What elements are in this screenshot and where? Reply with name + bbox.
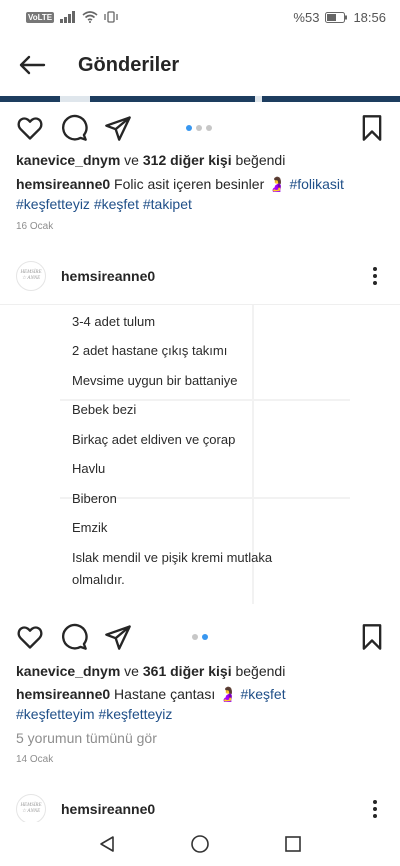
post1-save-button[interactable] <box>358 114 386 142</box>
post1-likes-count[interactable]: 312 diğer kişi <box>143 152 232 168</box>
send-icon <box>105 625 131 650</box>
bookmark-icon <box>362 115 382 141</box>
post1-caption-text: Folic asit içeren besinler 🤰 <box>110 176 290 192</box>
arrow-left-icon <box>19 55 46 75</box>
clock: 18:56 <box>353 9 386 25</box>
list-item: Biberon <box>72 491 117 506</box>
battery-percent: %53 <box>293 9 320 25</box>
post2-save-button[interactable] <box>358 623 386 651</box>
hashtag[interactable]: #keşfet <box>240 686 285 702</box>
status-bar: VoLTE %53 18:56 <box>0 0 400 34</box>
post2-action-bar <box>0 613 400 657</box>
more-vertical-icon <box>373 267 377 271</box>
post2-more-button[interactable] <box>370 265 380 287</box>
comment-icon <box>62 114 88 141</box>
post2-caption-tags: #keşfetteyim #keşfetteyiz <box>16 704 386 724</box>
post2-share-button[interactable] <box>104 623 132 651</box>
list-item: Bebek bezi <box>72 402 137 417</box>
hashtag[interactable]: #keşfetteyiz <box>98 706 172 722</box>
wifi-icon <box>82 11 98 23</box>
comment-icon <box>62 623 88 650</box>
carousel-dot <box>196 125 202 131</box>
triangle-back-icon <box>99 836 114 852</box>
avatar[interactable]: HEMSİRE ☆ ANNE <box>16 794 46 824</box>
post2-comment-button[interactable] <box>60 623 88 651</box>
heart-icon <box>17 626 43 649</box>
post2-username[interactable]: hemsireanne0 <box>61 268 155 284</box>
post1-caption-tags: #keşfetteyiz #keşfet #takipet <box>16 194 386 214</box>
post1-date: 16 Ocak <box>16 221 54 232</box>
status-left: VoLTE <box>26 11 118 23</box>
list-item: 2 adet hastane çıkış takımı <box>72 343 228 358</box>
square-recent-icon <box>285 836 302 852</box>
list-item: Islak mendil ve pişik kremi mutlaka <box>72 550 273 565</box>
post3-username[interactable]: hemsireanne0 <box>61 801 155 817</box>
post2-image[interactable]: 3-4 adet tulum 2 adet hastane çıkış takı… <box>0 304 400 604</box>
battery-icon <box>325 11 348 23</box>
list-item: Havlu <box>72 461 106 476</box>
post2-liked-by[interactable]: kanevice_dnym <box>16 663 120 679</box>
heart-icon <box>17 117 43 140</box>
vibrate-icon <box>104 11 118 23</box>
post2-likes-count[interactable]: 361 diğer kişi <box>143 663 232 679</box>
post1-action-bar <box>0 104 400 148</box>
list-item: 3-4 adet tulum <box>72 314 156 329</box>
post1-comment-button[interactable] <box>60 114 88 142</box>
hashtag[interactable]: #takipet <box>143 196 192 212</box>
back-button[interactable] <box>0 34 64 96</box>
post2-likes: kanevice_dnym ve 361 diğer kişi beğendi <box>16 661 386 681</box>
more-vertical-icon <box>373 800 377 804</box>
likes-connector: ve <box>120 152 143 168</box>
carousel-dot <box>186 125 192 131</box>
post2-date: 14 Ocak <box>16 754 54 765</box>
signal-icon <box>60 11 76 23</box>
circle-home-icon <box>191 835 209 853</box>
avatar-logo-text: ☆ ANNE <box>21 276 41 281</box>
carousel-dot <box>202 634 208 640</box>
avatar-logo-text: ☆ ANNE <box>21 809 41 814</box>
post1-likes: kanevice_dnym ve 312 diğer kişi beğendi <box>16 150 386 170</box>
hashtag[interactable]: #keşfet <box>94 196 139 212</box>
post2-author[interactable]: hemsireanne0 <box>16 686 110 702</box>
list-item: Mevsime uygun bir battaniye <box>72 373 238 388</box>
likes-suffix: beğendi <box>231 152 286 168</box>
volte-badge: VoLTE <box>26 11 55 23</box>
post2-caption-text: Hastane çantası 🤰 <box>110 686 241 702</box>
hashtag[interactable]: #keşfetteyim <box>16 706 95 722</box>
carousel-dot <box>206 125 212 131</box>
nav-home-button[interactable] <box>185 829 215 859</box>
post1-liked-by[interactable]: kanevice_dnym <box>16 152 120 168</box>
post3-more-button[interactable] <box>370 798 380 820</box>
page-title: Gönderiler <box>78 53 180 76</box>
nav-recent-button[interactable] <box>278 829 308 859</box>
post1-author[interactable]: hemsireanne0 <box>16 176 110 192</box>
list-item: Birkaç adet eldiven ve çorap <box>72 432 236 447</box>
post2-carousel-dots <box>192 634 208 640</box>
bookmark-icon <box>362 624 382 650</box>
system-nav-bar <box>0 822 400 866</box>
app-header: Gönderiler <box>0 34 400 96</box>
post1-carousel-dots <box>186 125 212 131</box>
status-right: %53 18:56 <box>293 10 386 25</box>
post2-caption: hemsireanne0 Hastane çantası 🤰 #keşfet <box>16 684 386 704</box>
likes-suffix: beğendi <box>231 663 286 679</box>
list-item: olmalıdır. <box>72 572 125 587</box>
list-item: Emzik <box>72 520 108 535</box>
post2-header: HEMSİRE ☆ ANNE hemsireanne0 <box>0 255 400 297</box>
likes-connector: ve <box>120 663 143 679</box>
send-icon <box>105 116 131 141</box>
hashtag[interactable]: #folikasit <box>289 176 343 192</box>
carousel-dot <box>192 634 198 640</box>
post1-like-button[interactable] <box>16 114 44 142</box>
post2-like-button[interactable] <box>16 623 44 651</box>
nav-back-button[interactable] <box>92 829 122 859</box>
avatar[interactable]: HEMSİRE ☆ ANNE <box>16 261 46 291</box>
post1-image-edge[interactable] <box>0 96 400 102</box>
view-all-comments-link[interactable]: 5 yorumun tümünü gör <box>16 730 157 746</box>
hashtag[interactable]: #keşfetteyiz <box>16 196 90 212</box>
post1-caption: hemsireanne0 Folic asit içeren besinler … <box>16 174 386 194</box>
post1-share-button[interactable] <box>104 114 132 142</box>
